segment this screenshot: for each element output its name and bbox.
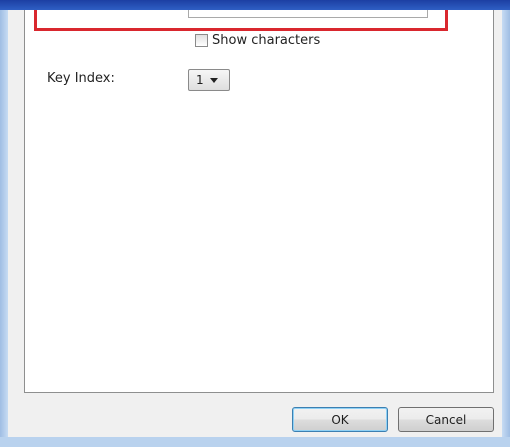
- show-characters-option[interactable]: Show characters: [195, 32, 320, 48]
- chevron-down-icon: [209, 77, 218, 83]
- dialog-body: Show characters Key Index: 1 OK Cancel: [8, 10, 502, 437]
- ok-button[interactable]: OK: [292, 407, 388, 432]
- window-frame-left: [0, 10, 8, 447]
- show-characters-checkbox[interactable]: [195, 33, 208, 47]
- window-title-bar: [0, 0, 510, 10]
- network-key-field[interactable]: [188, 10, 428, 18]
- key-index-dropdown[interactable]: 1: [188, 69, 230, 91]
- show-characters-label[interactable]: Show characters: [212, 33, 320, 48]
- window-frame-right: [502, 10, 510, 447]
- key-index-label: Key Index:: [47, 71, 115, 86]
- cancel-button[interactable]: Cancel: [398, 407, 494, 432]
- key-index-value: 1: [196, 73, 204, 87]
- window-frame-bottom: [0, 437, 510, 447]
- settings-panel: Show characters Key Index: 1: [24, 10, 494, 393]
